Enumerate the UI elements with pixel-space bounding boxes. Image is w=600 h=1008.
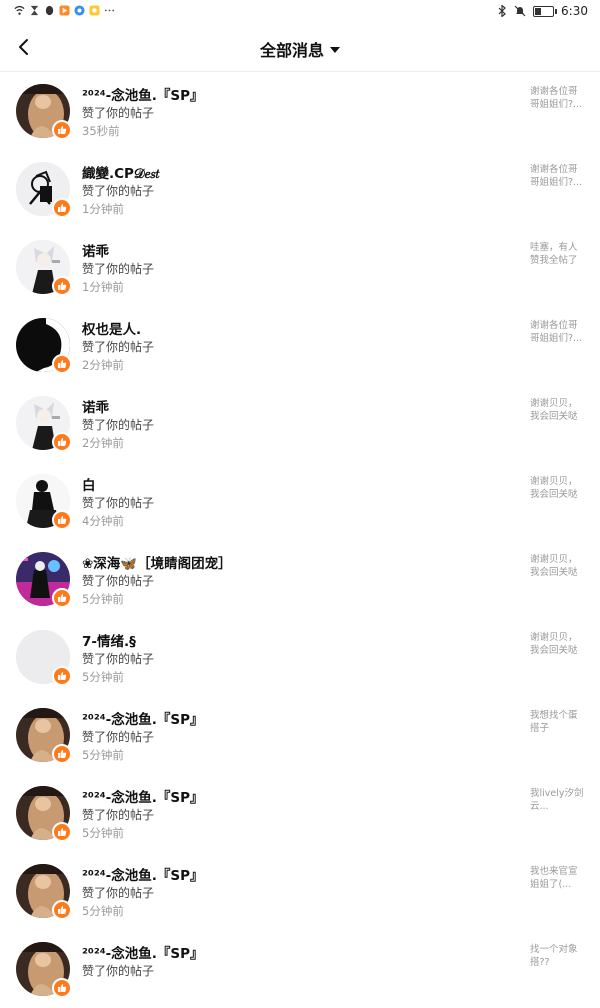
action-text: 赞了你的帖子 — [82, 574, 155, 588]
message-row[interactable]: 白赞了你的帖子 4分钟前 谢谢贝贝，我会回关哒 — [0, 462, 600, 540]
message-row[interactable]: ²⁰²⁴-念池鱼.『SP』 赞了你的帖子 5分钟前 我lively汐剑云... — [0, 774, 600, 852]
message-list: ²⁰²⁴-念池鱼.『SP』 赞了你的帖子 35秒前 谢谢各位哥哥姐姐们?... 織變.… — [0, 72, 600, 1008]
post-snippet: 谢谢各位哥哥姐姐们?... — [530, 86, 583, 110]
timestamp: 2分钟前 — [82, 436, 124, 450]
page-title: 全部消息 — [259, 41, 324, 60]
sender-name: 7-情绪.§ — [82, 634, 136, 650]
message-row[interactable]: 诺乖赞了你的帖子 2分钟前 谢谢贝贝，我会回关哒 — [0, 384, 600, 462]
yellow-app-icon — [89, 5, 100, 16]
top-navigation-bar: 全部消息 — [0, 26, 600, 72]
dropdown-caret-icon — [330, 46, 340, 53]
message-row[interactable]: ❀深海🦋［境睛阁团宠］ 赞了你的帖子 5分钟前 谢谢贝贝，我会回关哒 — [0, 540, 600, 618]
timestamp: 35秒前 — [82, 124, 120, 138]
message-row[interactable]: 7-情绪.§ 赞了你的帖子 5分钟前 谢谢贝贝，我会回关哒 — [0, 618, 600, 696]
action-text: 赞了你的帖子 — [82, 808, 155, 822]
action-text: 赞了你的帖子 — [82, 886, 155, 900]
sender-name: 白 — [82, 478, 96, 494]
status-bar: 6:30 — [0, 0, 600, 26]
post-snippet: 谢谢贝贝，我会回关哒 — [530, 632, 578, 656]
timestamp: 5分钟前 — [82, 826, 124, 840]
post-snippet: 哇塞，有人赞我全帖了 — [530, 242, 578, 266]
action-text: 赞了你的帖子 — [82, 106, 155, 120]
timestamp: 5分钟前 — [82, 670, 124, 684]
action-text: 赞了你的帖子 — [82, 964, 155, 978]
post-snippet: 我lively汐剑云... — [530, 788, 584, 812]
message-row[interactable]: ²⁰²⁴-念池鱼.『SP』 赞了你的帖子 35秒前 谢谢各位哥哥姐姐们?... — [0, 72, 600, 150]
timestamp: 1分钟前 — [82, 202, 124, 216]
post-snippet: 谢谢各位哥哥姐姐们?... — [530, 164, 583, 188]
more-dots-icon — [104, 9, 115, 12]
thumbs-up-icon — [52, 900, 72, 920]
thumbs-up-icon — [52, 120, 72, 140]
post-snippet: 我想找个蛋搭子 — [530, 710, 578, 734]
thumbs-up-icon — [52, 666, 72, 686]
thumbs-up-icon — [52, 978, 72, 998]
hourglass-icon — [30, 5, 39, 16]
sender-name: ❀深海🦋［境睛阁团宠］ — [82, 556, 232, 572]
timestamp: 4分钟前 — [82, 514, 124, 528]
thumbs-up-icon — [52, 276, 72, 296]
sender-name: ²⁰²⁴-念池鱼.『SP』 — [82, 946, 204, 962]
post-snippet: 谢谢贝贝，我会回关哒 — [530, 554, 578, 578]
action-text: 赞了你的帖子 — [82, 652, 155, 666]
post-snippet: 我也来官宣姐姐了(... — [530, 866, 578, 890]
blue-app-icon — [74, 5, 85, 16]
timestamp: 2分钟前 — [82, 358, 124, 372]
qq-penguin-icon — [45, 5, 54, 16]
message-row[interactable]: ²⁰²⁴-念池鱼.『SP』 赞了你的帖子 找一个对象 搭?? — [0, 930, 600, 1008]
post-snippet: 谢谢贝贝，我会回关哒 — [530, 398, 578, 422]
sender-name: ²⁰²⁴-念池鱼.『SP』 — [82, 712, 204, 728]
message-row[interactable]: ²⁰²⁴-念池鱼.『SP』 赞了你的帖子 5分钟前 我想找个蛋搭子 — [0, 696, 600, 774]
message-row[interactable]: 权也是人. 赞了你的帖子 2分钟前 谢谢各位哥哥姐姐们?... — [0, 306, 600, 384]
post-snippet: 找一个对象 搭?? — [530, 944, 578, 968]
status-notification-icons — [14, 5, 115, 16]
sender-name: 权也是人. — [82, 322, 142, 338]
post-snippet: 谢谢贝贝，我会回关哒 — [530, 476, 578, 500]
timestamp: 5分钟前 — [82, 748, 124, 762]
orange-app-icon — [59, 5, 70, 16]
sender-name: 诺乖 — [82, 400, 109, 416]
thumbs-up-icon — [52, 744, 72, 764]
sender-name: 織變.CP𝒟𝑒𝑠𝑡 — [82, 166, 160, 182]
action-text: 赞了你的帖子 — [82, 730, 155, 744]
battery-icon — [533, 5, 558, 17]
sender-name: ²⁰²⁴-念池鱼.『SP』 — [82, 88, 204, 104]
sender-name: 诺乖 — [82, 244, 109, 260]
action-text: 赞了你的帖子 — [82, 418, 155, 432]
thumbs-up-icon — [52, 588, 72, 608]
timestamp: 1分钟前 — [82, 280, 124, 294]
message-row[interactable]: 诺乖赞了你的帖子 1分钟前 哇塞，有人赞我全帖了 — [0, 228, 600, 306]
message-row[interactable]: 織變.CP𝒟𝑒𝑠𝑡 赞了你的帖子 1分钟前 谢谢各位哥哥姐姐们?... — [0, 150, 600, 228]
message-filter-dropdown[interactable]: 全部消息 — [0, 37, 600, 61]
thumbs-up-icon — [52, 198, 72, 218]
sender-name: ²⁰²⁴-念池鱼.『SP』 — [82, 790, 204, 806]
timestamp: 5分钟前 — [82, 904, 124, 918]
thumbs-up-icon — [52, 354, 72, 374]
bluetooth-icon — [498, 5, 506, 17]
thumbs-up-icon — [52, 432, 72, 452]
thumbs-up-icon — [52, 510, 72, 530]
action-text: 赞了你的帖子 — [82, 496, 155, 510]
wifi-icon — [14, 5, 25, 15]
message-row[interactable]: ²⁰²⁴-念池鱼.『SP』 赞了你的帖子 5分钟前 我也来官宣姐姐了(... — [0, 852, 600, 930]
action-text: 赞了你的帖子 — [82, 340, 155, 354]
status-system-icons: 6:30 — [498, 4, 588, 18]
sender-name: ²⁰²⁴-念池鱼.『SP』 — [82, 868, 204, 884]
mute-bell-icon — [514, 5, 526, 17]
thumbs-up-icon — [52, 822, 72, 842]
action-text: 赞了你的帖子 — [82, 262, 155, 276]
status-time: 6:30 — [561, 4, 588, 18]
post-snippet: 谢谢各位哥哥姐姐们?... — [530, 320, 583, 344]
timestamp: 5分钟前 — [82, 592, 124, 606]
action-text: 赞了你的帖子 — [82, 184, 155, 198]
